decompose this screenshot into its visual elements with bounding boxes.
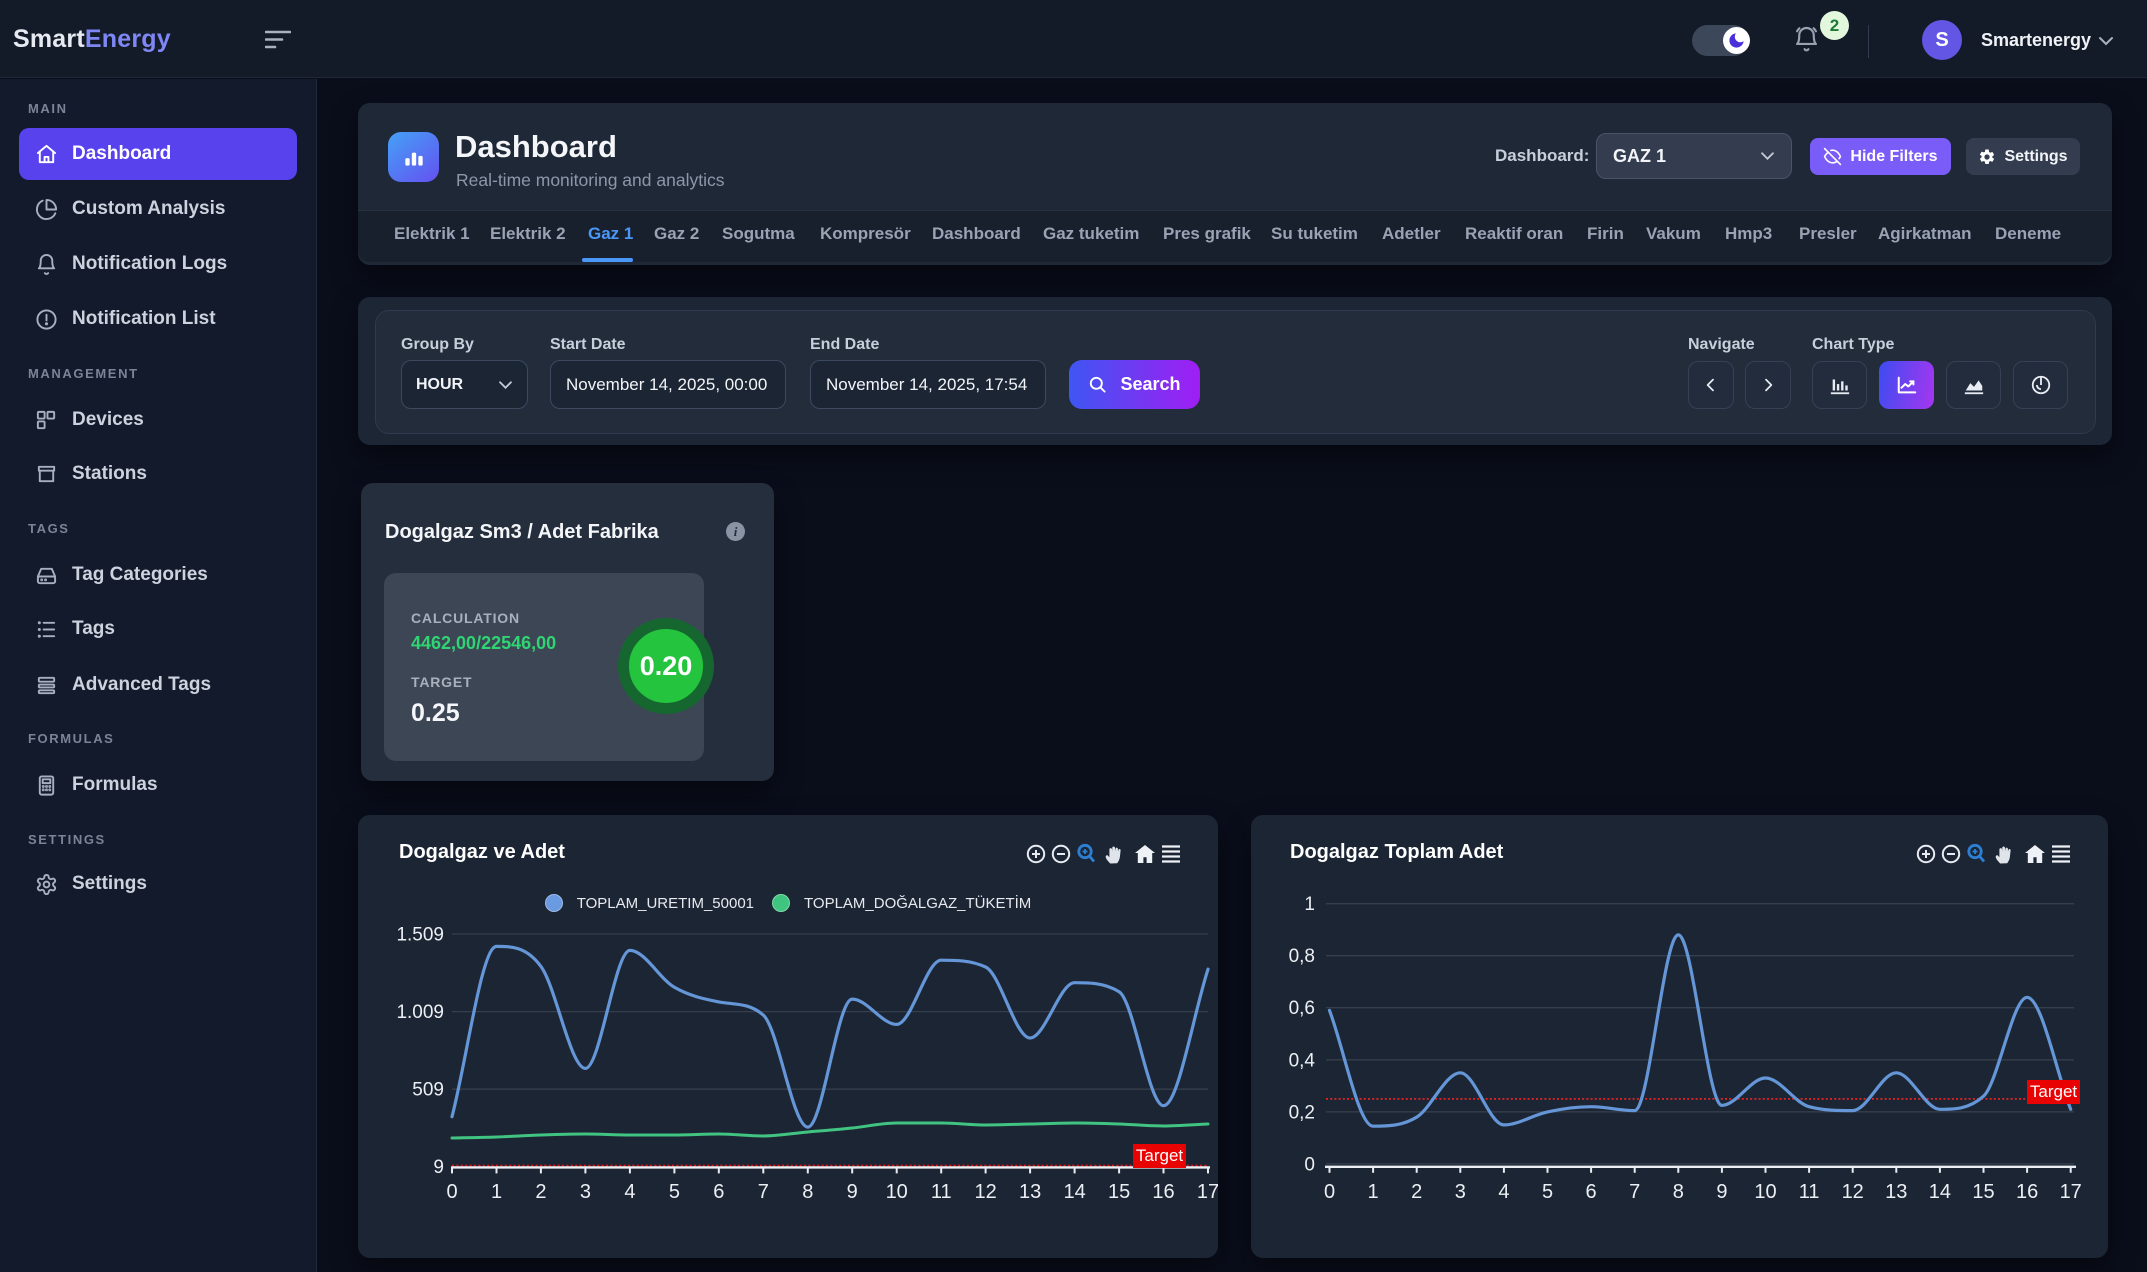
- svg-text:1: 1: [1304, 894, 1315, 915]
- svg-text:6: 6: [1586, 1181, 1597, 1203]
- svg-text:12: 12: [1842, 1181, 1864, 1203]
- svg-text:13: 13: [1019, 1181, 1041, 1203]
- svg-text:10: 10: [886, 1181, 908, 1203]
- svg-text:1: 1: [491, 1181, 502, 1203]
- svg-text:16: 16: [2016, 1181, 2038, 1203]
- svg-text:7: 7: [1629, 1181, 1640, 1203]
- svg-text:9: 9: [847, 1181, 858, 1203]
- svg-text:11: 11: [1799, 1181, 1820, 1203]
- svg-text:0: 0: [1324, 1181, 1335, 1203]
- svg-text:0: 0: [1304, 1154, 1315, 1175]
- svg-text:17: 17: [1197, 1181, 1218, 1203]
- svg-text:0,8: 0,8: [1289, 946, 1315, 967]
- svg-text:5: 5: [669, 1181, 680, 1203]
- svg-text:15: 15: [1108, 1181, 1130, 1203]
- svg-text:16: 16: [1152, 1181, 1174, 1203]
- svg-text:14: 14: [1063, 1181, 1085, 1203]
- svg-text:2: 2: [535, 1181, 546, 1203]
- svg-text:4: 4: [1498, 1181, 1509, 1203]
- svg-text:7: 7: [758, 1181, 769, 1203]
- svg-text:5: 5: [1542, 1181, 1553, 1203]
- svg-text:8: 8: [1673, 1181, 1684, 1203]
- svg-text:8: 8: [802, 1181, 813, 1203]
- svg-text:0,4: 0,4: [1289, 1050, 1316, 1071]
- svg-text:4: 4: [624, 1181, 635, 1203]
- svg-text:3: 3: [1455, 1181, 1466, 1203]
- svg-text:6: 6: [713, 1181, 724, 1203]
- svg-text:14: 14: [1929, 1181, 1951, 1203]
- svg-text:2: 2: [1411, 1181, 1422, 1203]
- svg-text:17: 17: [2060, 1181, 2082, 1203]
- svg-text:509: 509: [412, 1080, 444, 1101]
- svg-text:0,6: 0,6: [1289, 998, 1315, 1019]
- svg-text:1.009: 1.009: [396, 1002, 444, 1023]
- svg-text:9: 9: [1716, 1181, 1727, 1203]
- svg-text:0,2: 0,2: [1289, 1102, 1315, 1123]
- svg-text:1: 1: [1368, 1181, 1379, 1203]
- svg-text:11: 11: [931, 1181, 952, 1203]
- svg-text:15: 15: [1972, 1181, 1994, 1203]
- svg-text:3: 3: [580, 1181, 591, 1203]
- svg-text:1.509: 1.509: [396, 925, 444, 946]
- svg-text:0: 0: [446, 1181, 457, 1203]
- svg-text:12: 12: [974, 1181, 996, 1203]
- svg-text:13: 13: [1885, 1181, 1907, 1203]
- svg-text:9: 9: [433, 1157, 444, 1178]
- svg-text:10: 10: [1754, 1181, 1776, 1203]
